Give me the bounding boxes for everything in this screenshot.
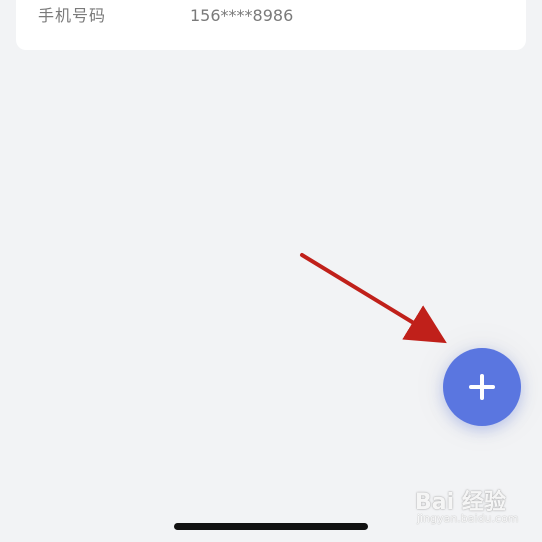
annotation-arrow [300,253,447,344]
phone-number-value: 156****8986 [190,6,294,25]
plus-icon [469,374,495,400]
phone-info-card: 手机号码 156****8986 [16,0,526,50]
screen: 手机号码 156****8986 Bai 经验 jingyan.baidu.co… [0,0,542,542]
phone-number-label: 手机号码 [38,6,107,25]
watermark-url: jingyan.baidu.com [417,512,519,525]
add-button[interactable] [443,348,521,426]
home-indicator[interactable] [174,523,368,530]
edit-icon[interactable] [482,0,504,2]
baidu-jingyan-watermark: Bai 经验 jingyan.baidu.com [415,484,525,528]
